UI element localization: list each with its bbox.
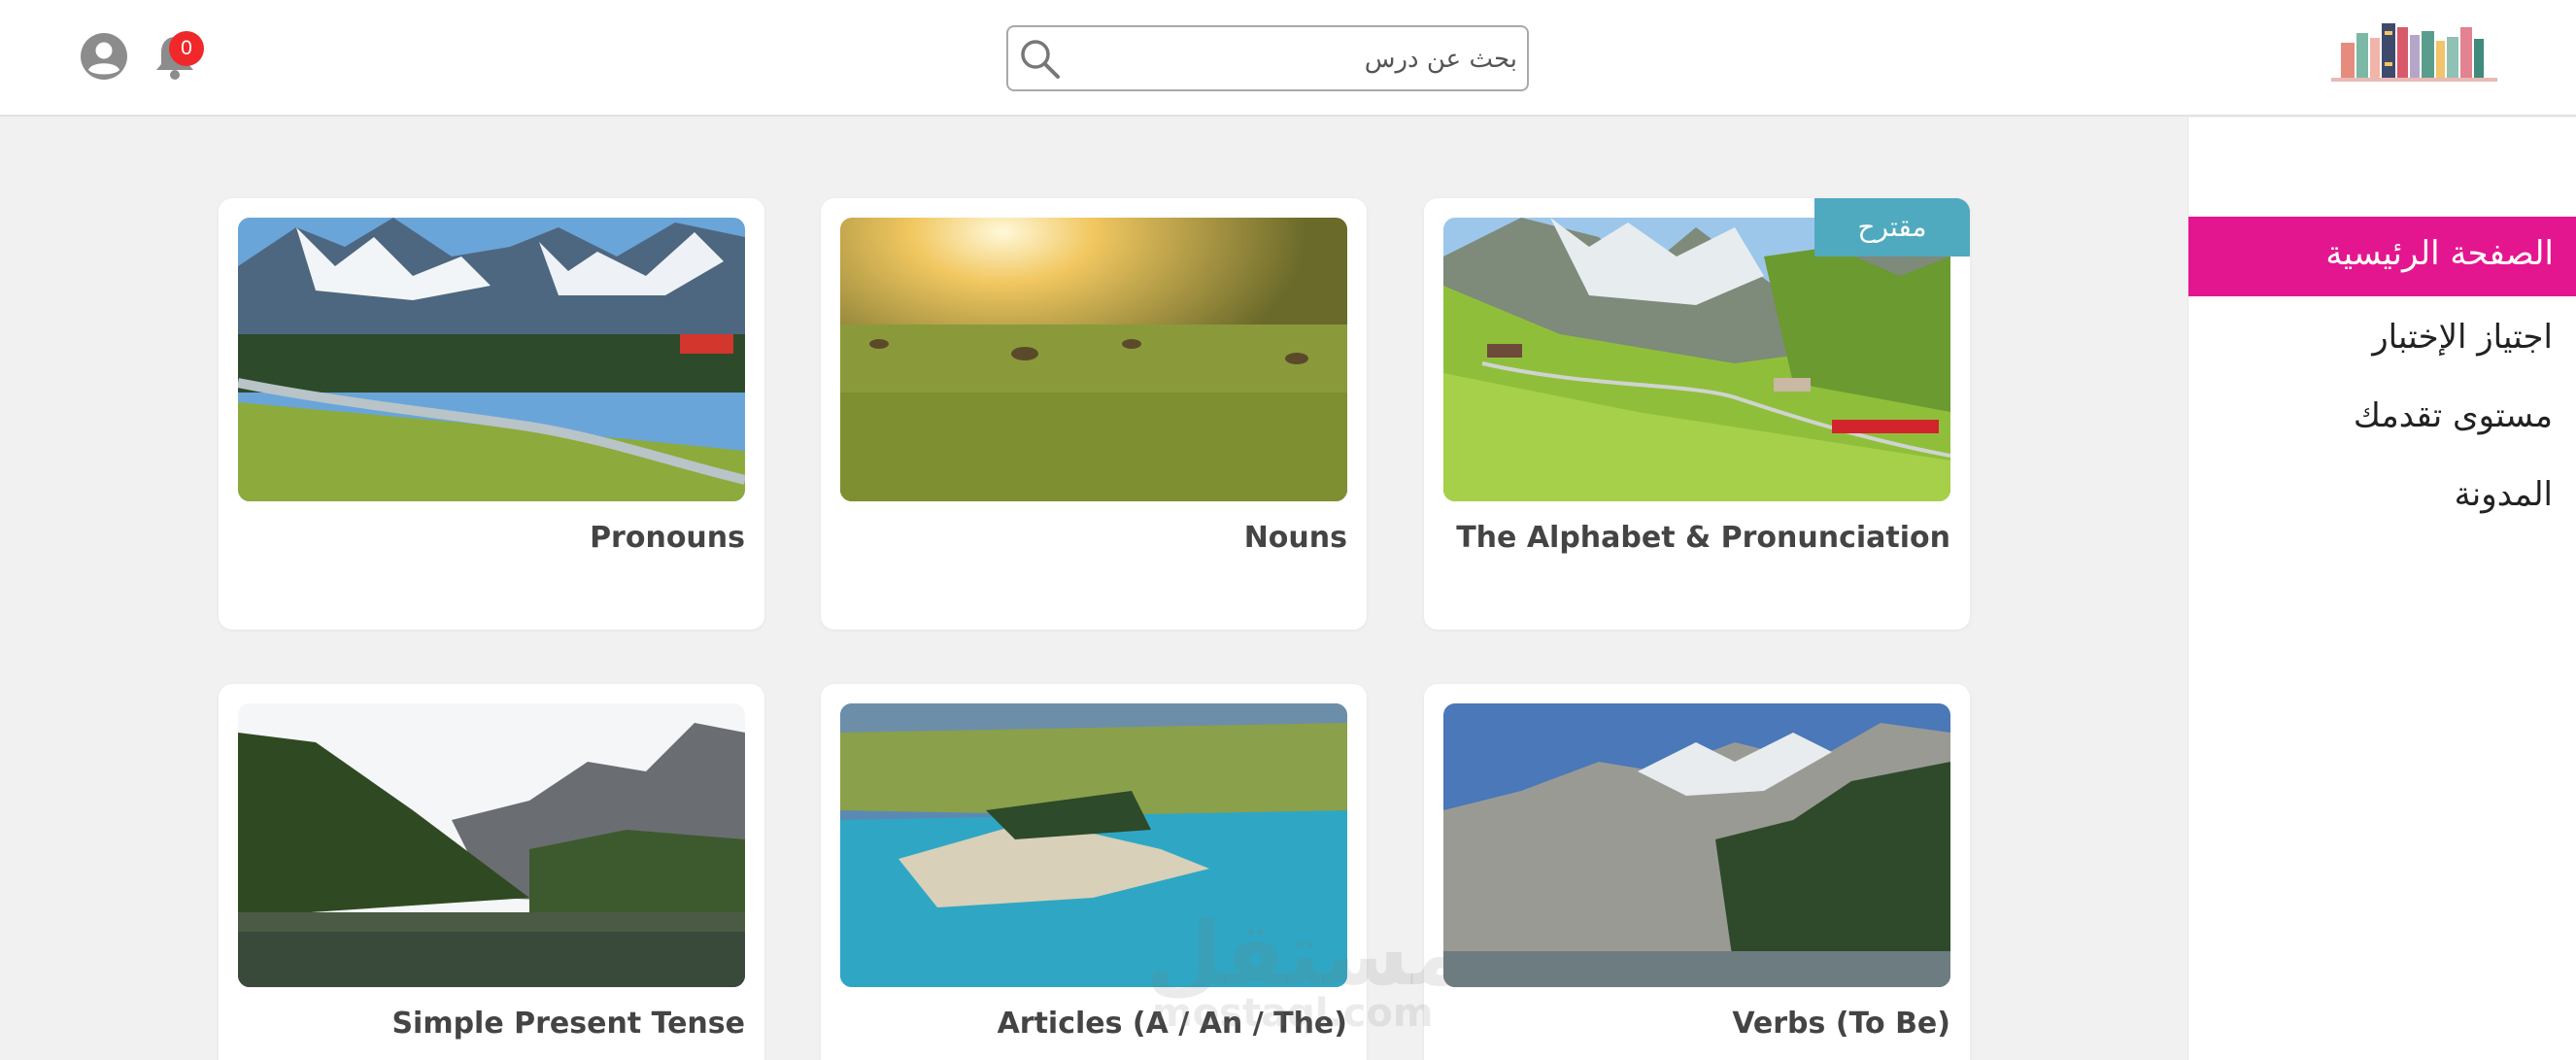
lesson-card[interactable]: Nouns [821,198,1367,630]
lesson-image [1443,218,1950,501]
books-logo[interactable] [2329,14,2499,91]
lesson-image [238,218,745,501]
search-icon[interactable] [1018,37,1063,82]
suggested-tag: مقترح [1814,198,1970,256]
watermark-url: mostaql.com [1152,991,1434,1036]
sidebar-item-blog[interactable]: المدونة [2455,475,2553,514]
lesson-image [238,703,745,987]
sidebar: الصفحة الرئيسية اجتياز الإختبار مستوى تق… [2187,118,2576,1060]
sidebar-item-home[interactable]: الصفحة الرئيسية [2188,217,2576,296]
sidebar-item-take-test[interactable]: اجتياز الإختبار [2372,318,2553,357]
lesson-title: The Alphabet & Pronunciation [1456,521,1950,555]
sidebar-item-progress[interactable]: مستوى تقدمك [2354,396,2553,435]
sidebar-item-label: الصفحة الرئيسية [2325,234,2554,273]
top-bar: 0 [0,0,2576,117]
user-avatar-icon[interactable] [80,32,128,81]
search-input[interactable] [1076,35,1542,84]
lesson-title: Verbs (To Be) [1732,1007,1950,1041]
lesson-title: Simple Present Tense [391,1007,745,1041]
lesson-card[interactable]: Verbs (To Be) [1424,684,1970,1060]
lesson-image [840,218,1347,501]
notification-count-badge: 0 [169,31,204,66]
lesson-card[interactable]: Pronouns [219,198,764,630]
lesson-card[interactable]: Simple Present Tense [219,684,764,1060]
lesson-card[interactable]: مقترح The Alphabet & Pronunciation [1424,198,1970,630]
lesson-title: Nouns [1243,521,1347,555]
search-box [1006,25,1542,91]
lesson-title: Pronouns [590,521,745,555]
lesson-image [1443,703,1950,987]
